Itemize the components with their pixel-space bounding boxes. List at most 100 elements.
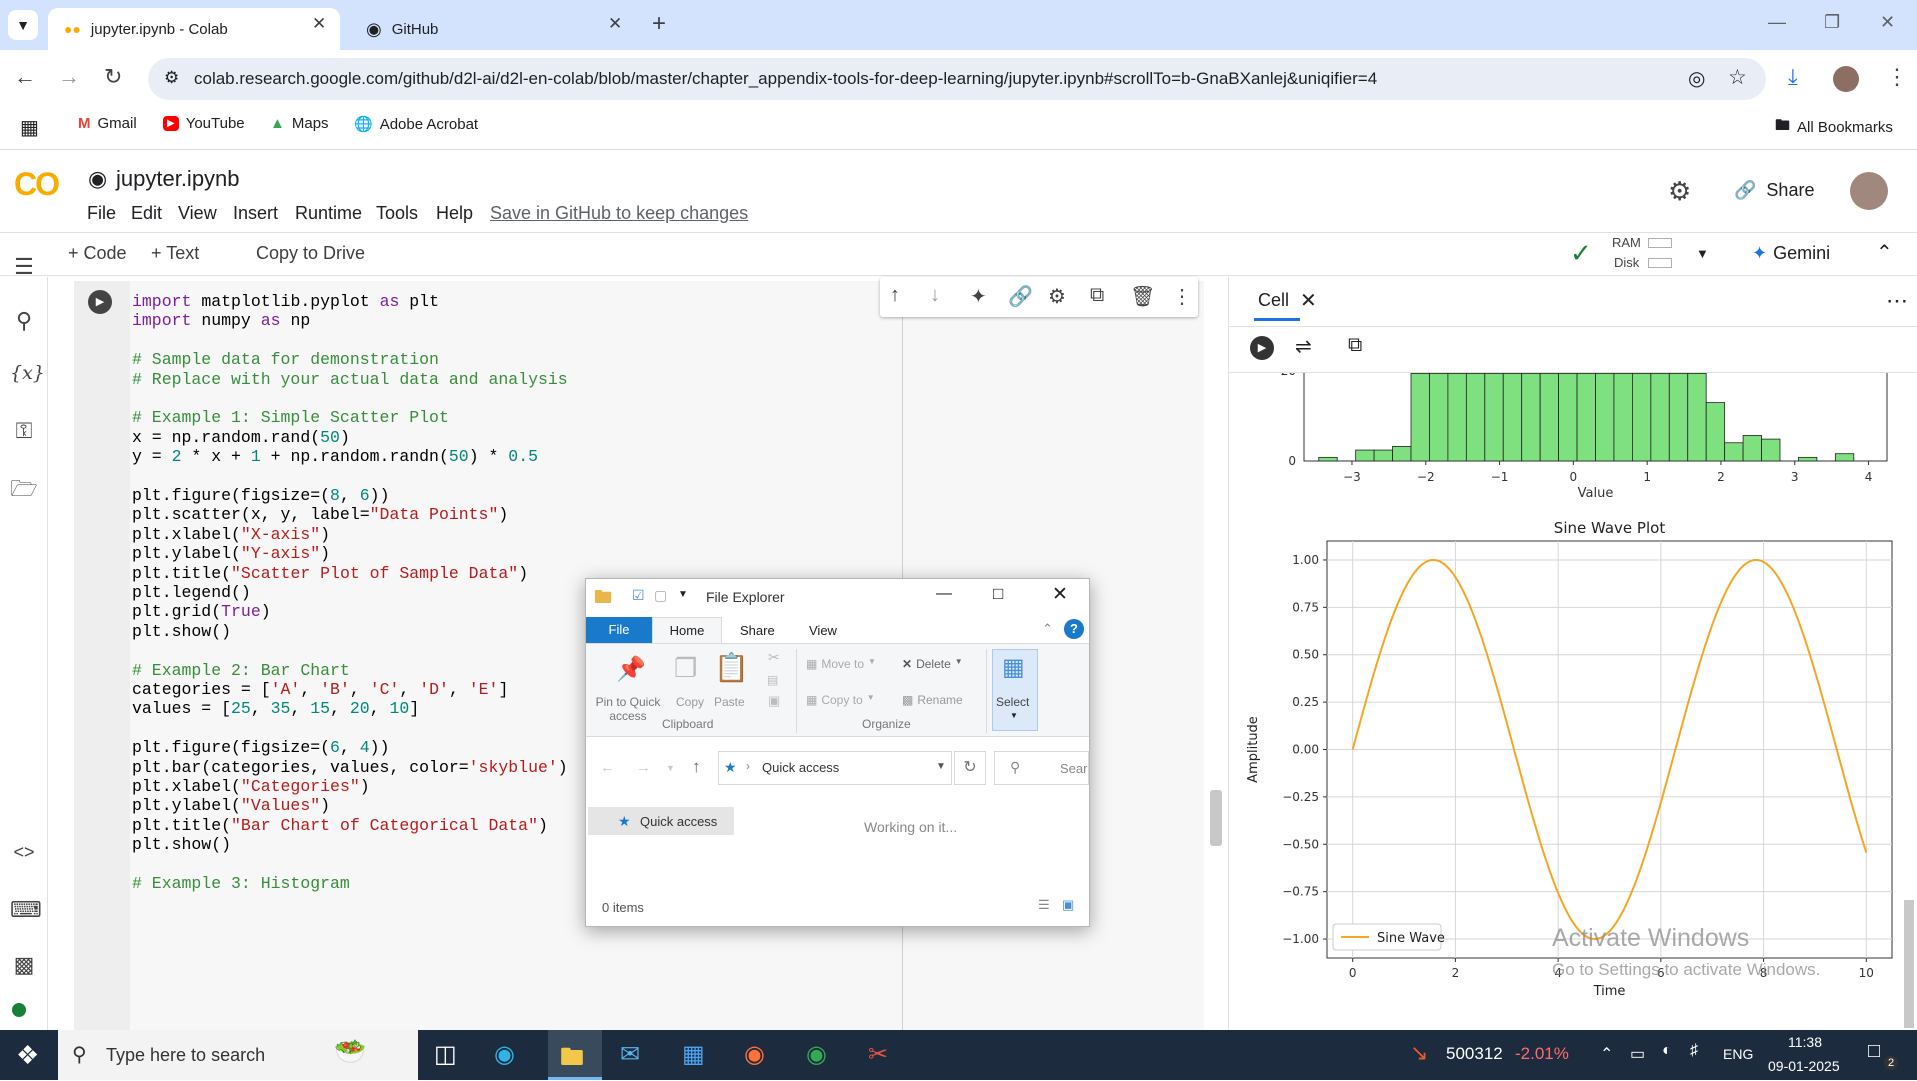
chrome-icon[interactable]: ◉ xyxy=(806,1040,827,1069)
collapse-arrows-icon[interactable]: ⇌ xyxy=(1295,334,1312,359)
link-cell-icon[interactable]: 🔗 xyxy=(1008,284,1033,309)
copy-button[interactable]: Copy xyxy=(676,695,704,709)
task-view-icon[interactable]: ◫ xyxy=(434,1040,457,1069)
back-icon[interactable]: ← xyxy=(14,64,36,90)
address-dropdown-icon[interactable]: ▼ xyxy=(936,761,946,772)
move-up-icon[interactable]: ↑ xyxy=(890,284,900,307)
store-icon[interactable]: ▦ xyxy=(682,1040,705,1069)
mirror-cell-icon[interactable]: ⧉ xyxy=(1090,284,1104,307)
terminal-icon[interactable]: ▩ xyxy=(10,952,38,978)
bookmark-youtube[interactable]: ▶ YouTube xyxy=(163,115,245,132)
pin-icon[interactable]: 📌 xyxy=(616,655,646,684)
language-indicator[interactable]: ENG xyxy=(1723,1046,1753,1062)
explorer-back-icon[interactable]: ← xyxy=(600,759,615,776)
explorer-close-icon[interactable]: ✕ xyxy=(1052,583,1068,606)
ribbon-tab-home[interactable]: Home xyxy=(652,617,722,644)
runtime-dropdown-icon[interactable]: ▼ xyxy=(1696,246,1709,261)
search-icon[interactable]: ⚲ xyxy=(10,308,38,334)
menu-tools[interactable]: Tools xyxy=(376,203,418,224)
explorer-maximize-icon[interactable]: □ xyxy=(993,584,1003,604)
menu-file[interactable]: File xyxy=(87,203,116,224)
windows-start-icon[interactable]: ❖ xyxy=(16,1040,39,1071)
qat-dropdown-icon[interactable]: ▼ xyxy=(678,589,688,600)
site-info-icon[interactable]: ⚙ xyxy=(164,68,179,88)
clock-date[interactable]: 09-01-2025 xyxy=(1768,1058,1840,1074)
large-icons-view-icon[interactable]: ▣ xyxy=(1062,897,1074,913)
tab-colab[interactable]: ●● jupyter.ipynb - Colab xyxy=(48,8,340,50)
clock-time[interactable]: 11:38 xyxy=(1788,1034,1822,1050)
bookmark-gmail[interactable]: M Gmail xyxy=(78,115,137,132)
variables-icon[interactable]: {x} xyxy=(10,362,45,384)
command-palette-icon[interactable]: ⌨ xyxy=(10,897,42,923)
stock-value[interactable]: 500312 xyxy=(1446,1044,1503,1064)
close-tab-icon[interactable]: ✕ xyxy=(312,14,326,34)
close-tab-icon[interactable]: ✕ xyxy=(608,14,622,34)
menu-view[interactable]: View xyxy=(178,203,217,224)
menu-runtime[interactable]: Runtime xyxy=(295,203,362,224)
ribbon-tab-share[interactable]: Share xyxy=(740,623,775,638)
tab-search-button[interactable]: ▼ xyxy=(8,10,38,40)
explorer-forward-icon[interactable]: → xyxy=(636,759,651,776)
battery-icon[interactable]: ▭ xyxy=(1630,1044,1645,1064)
volume-icon[interactable]: ♯ xyxy=(1690,1042,1698,1060)
restore-icon[interactable]: ❐ xyxy=(1824,12,1840,33)
notebook-title[interactable]: jupyter.ipynb xyxy=(116,166,240,192)
delete-button[interactable]: ✕ Delete ▼ xyxy=(902,657,963,671)
new-folder-icon[interactable]: ▢ xyxy=(654,587,667,604)
panel-more-icon[interactable]: ⋯ xyxy=(1886,288,1908,314)
gemini-button[interactable]: ✦ Gemini xyxy=(1752,243,1830,264)
save-in-github-link[interactable]: Save in GitHub to keep changes xyxy=(490,203,748,224)
address-bar[interactable]: ⚙ colab.research.google.com/github/d2l-a… xyxy=(148,58,1766,100)
copy-path-icon[interactable]: ▤ xyxy=(767,673,778,687)
menu-help[interactable]: Help xyxy=(436,203,473,224)
collapse-ribbon-icon[interactable]: ⌃ xyxy=(1042,621,1053,637)
new-tab-button[interactable]: + xyxy=(652,10,666,38)
table-of-contents-icon[interactable]: ☰ xyxy=(10,254,38,280)
forward-icon[interactable]: → xyxy=(58,64,80,90)
more-actions-icon[interactable]: ⋮ xyxy=(1172,284,1192,309)
cell-settings-icon[interactable]: ⚙ xyxy=(1048,284,1066,309)
menu-insert[interactable]: Insert xyxy=(233,203,278,224)
delete-cell-icon[interactable]: 🗑 xyxy=(1130,284,1155,309)
move-down-icon[interactable]: ↓ xyxy=(930,284,940,307)
help-icon[interactable]: ? xyxy=(1064,619,1084,639)
ribbon-tab-view[interactable]: View xyxy=(809,623,837,638)
chrome-menu-icon[interactable]: ⋮ xyxy=(1886,64,1908,90)
bookmark-star-icon[interactable]: ☆ xyxy=(1728,65,1747,90)
taskbar-search-box[interactable]: ⚲ Type here to search 🥗 xyxy=(58,1030,418,1080)
add-code-button[interactable]: + Code xyxy=(68,243,127,264)
notifications-icon[interactable]: □ xyxy=(1868,1040,1880,1063)
editor-scrollbar[interactable] xyxy=(1210,790,1222,846)
details-view-icon[interactable]: ☰ xyxy=(1038,897,1050,913)
cut-icon[interactable]: ✂ xyxy=(768,649,780,666)
explorer-minimize-icon[interactable]: — xyxy=(936,585,952,603)
code-snippets-icon[interactable]: <> xyxy=(10,842,38,863)
reload-icon[interactable]: ↻ xyxy=(104,64,122,90)
rename-button[interactable]: ▩ Rename xyxy=(902,693,963,707)
minimize-icon[interactable]: — xyxy=(1768,12,1786,33)
refresh-button[interactable]: ↻ xyxy=(954,751,986,785)
disk-label[interactable]: Disk xyxy=(1614,255,1639,270)
run-cell-button[interactable]: ▶ xyxy=(88,290,112,314)
paste-shortcut-icon[interactable]: ▣ xyxy=(768,693,780,709)
quick-properties-icon[interactable]: ☑ xyxy=(632,587,645,604)
recent-locations-icon[interactable]: ▼ xyxy=(666,763,675,773)
profile-avatar[interactable] xyxy=(1833,66,1859,92)
copy-to-button[interactable]: ▦ Copy to ▼ xyxy=(806,693,875,707)
gemini-sparkle-icon[interactable]: ✦ xyxy=(970,284,987,309)
network-icon[interactable]: ◐ xyxy=(1662,1042,1672,1060)
tray-chevron-icon[interactable]: ⌃ xyxy=(1600,1044,1613,1064)
copy-icon[interactable]: ❐ xyxy=(674,653,697,684)
ribbon-tab-file[interactable]: File xyxy=(586,617,652,643)
paste-button[interactable]: Paste xyxy=(714,695,745,709)
secrets-key-icon[interactable]: ⚿ xyxy=(10,418,38,444)
add-text-button[interactable]: + Text xyxy=(151,243,199,264)
account-avatar[interactable] xyxy=(1850,172,1888,210)
close-window-icon[interactable]: ✕ xyxy=(1880,12,1895,33)
share-button[interactable]: 🔗 Share xyxy=(1734,180,1814,201)
explorer-up-icon[interactable]: ↑ xyxy=(692,757,701,777)
stock-change[interactable]: -2.01% xyxy=(1515,1044,1569,1064)
eye-off-icon[interactable]: ◎ xyxy=(1688,66,1705,91)
colab-logo[interactable]: CO xyxy=(14,166,60,203)
bookmark-adobe-acrobat[interactable]: 🌐 Adobe Acrobat xyxy=(354,115,478,134)
